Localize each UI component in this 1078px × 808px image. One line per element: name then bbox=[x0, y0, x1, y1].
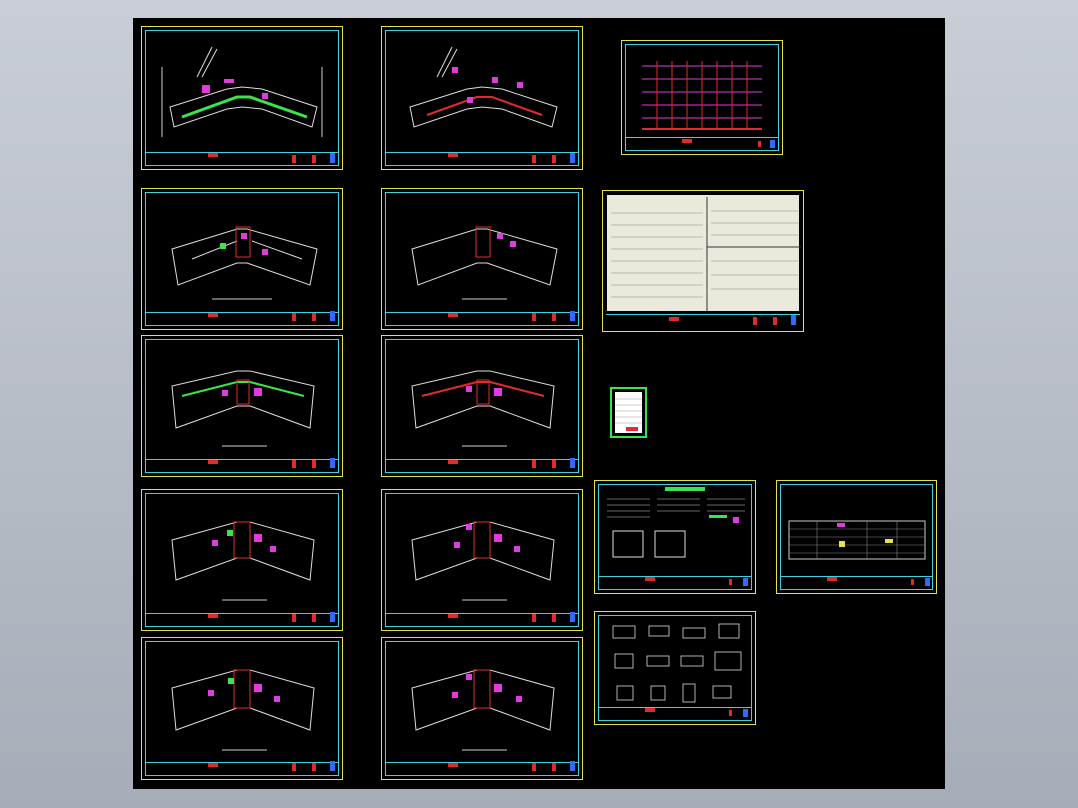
floor-plan-graphic bbox=[409, 46, 575, 163]
riser-diagram-graphic bbox=[642, 61, 775, 148]
floor-plan-graphic bbox=[171, 521, 335, 622]
floor-plan-graphic bbox=[411, 226, 575, 321]
drawing-sheet-detail-drawings[interactable] bbox=[594, 611, 756, 725]
drawing-sheet-floor-plan-1[interactable] bbox=[141, 26, 343, 170]
drawing-sheet-floor-plan-5[interactable] bbox=[141, 335, 343, 477]
details-graphic bbox=[612, 623, 748, 717]
schedule-table-graphic bbox=[611, 197, 801, 325]
notes-graphic bbox=[607, 487, 748, 586]
drawing-sheet-symbol-table[interactable] bbox=[776, 480, 937, 594]
drawing-sheet-floor-plan-2[interactable] bbox=[381, 26, 583, 170]
drawing-sheet-floor-plan-7[interactable] bbox=[141, 489, 343, 631]
legend-graphic bbox=[615, 392, 642, 433]
cad-model-space[interactable] bbox=[133, 18, 945, 789]
drawing-sheet-floor-plan-8[interactable] bbox=[381, 489, 583, 631]
drawing-sheet-legend-card[interactable] bbox=[610, 387, 647, 438]
drawing-sheet-design-notes[interactable] bbox=[594, 480, 756, 594]
drawing-sheet-floor-plan-9[interactable] bbox=[141, 637, 343, 780]
drawing-sheet-floor-plan-3[interactable] bbox=[141, 188, 343, 330]
symbol-table-graphic bbox=[788, 520, 930, 586]
drawing-sheet-riser-diagram[interactable] bbox=[621, 40, 783, 155]
floor-plan-graphic bbox=[411, 370, 575, 468]
drawing-sheet-equipment-schedule[interactable] bbox=[602, 190, 804, 332]
floor-plan-graphic bbox=[171, 370, 335, 468]
floor-plan-graphic bbox=[411, 521, 575, 622]
floor-plan-graphic bbox=[411, 669, 575, 771]
drawing-sheet-floor-plan-10[interactable] bbox=[381, 637, 583, 780]
drawing-sheet-floor-plan-4[interactable] bbox=[381, 188, 583, 330]
drawing-sheet-floor-plan-6[interactable] bbox=[381, 335, 583, 477]
floor-plan-graphic bbox=[161, 46, 335, 163]
floor-plan-graphic bbox=[171, 226, 335, 321]
floor-plan-graphic bbox=[171, 669, 335, 771]
